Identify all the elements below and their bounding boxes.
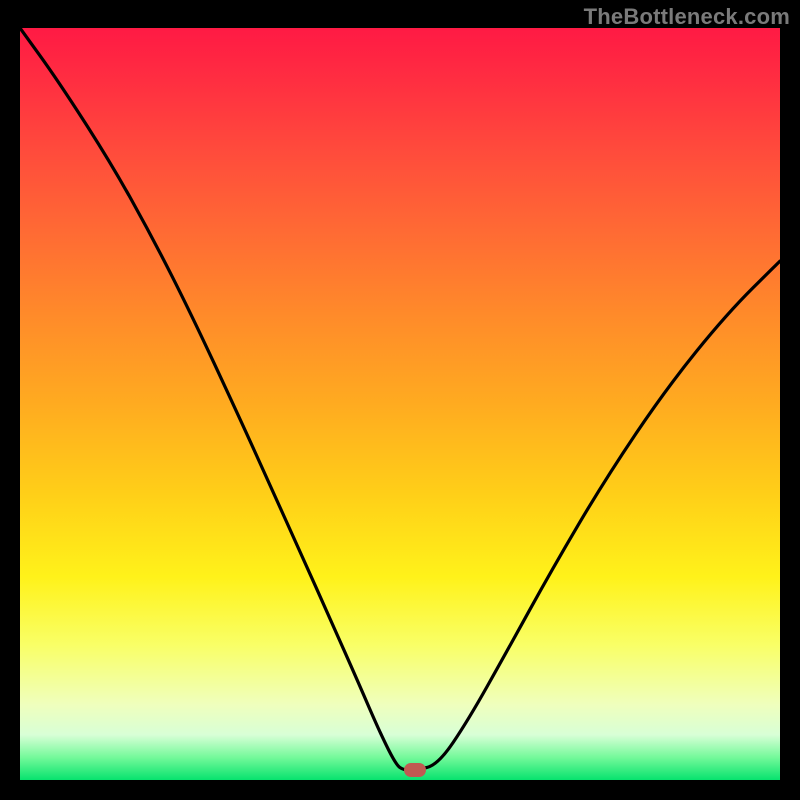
curve-svg — [20, 28, 780, 780]
plot-area — [20, 28, 780, 780]
chart-frame: TheBottleneck.com — [0, 0, 800, 800]
curve-path — [20, 28, 780, 770]
minimum-marker — [404, 763, 426, 777]
watermark-text: TheBottleneck.com — [584, 4, 790, 30]
